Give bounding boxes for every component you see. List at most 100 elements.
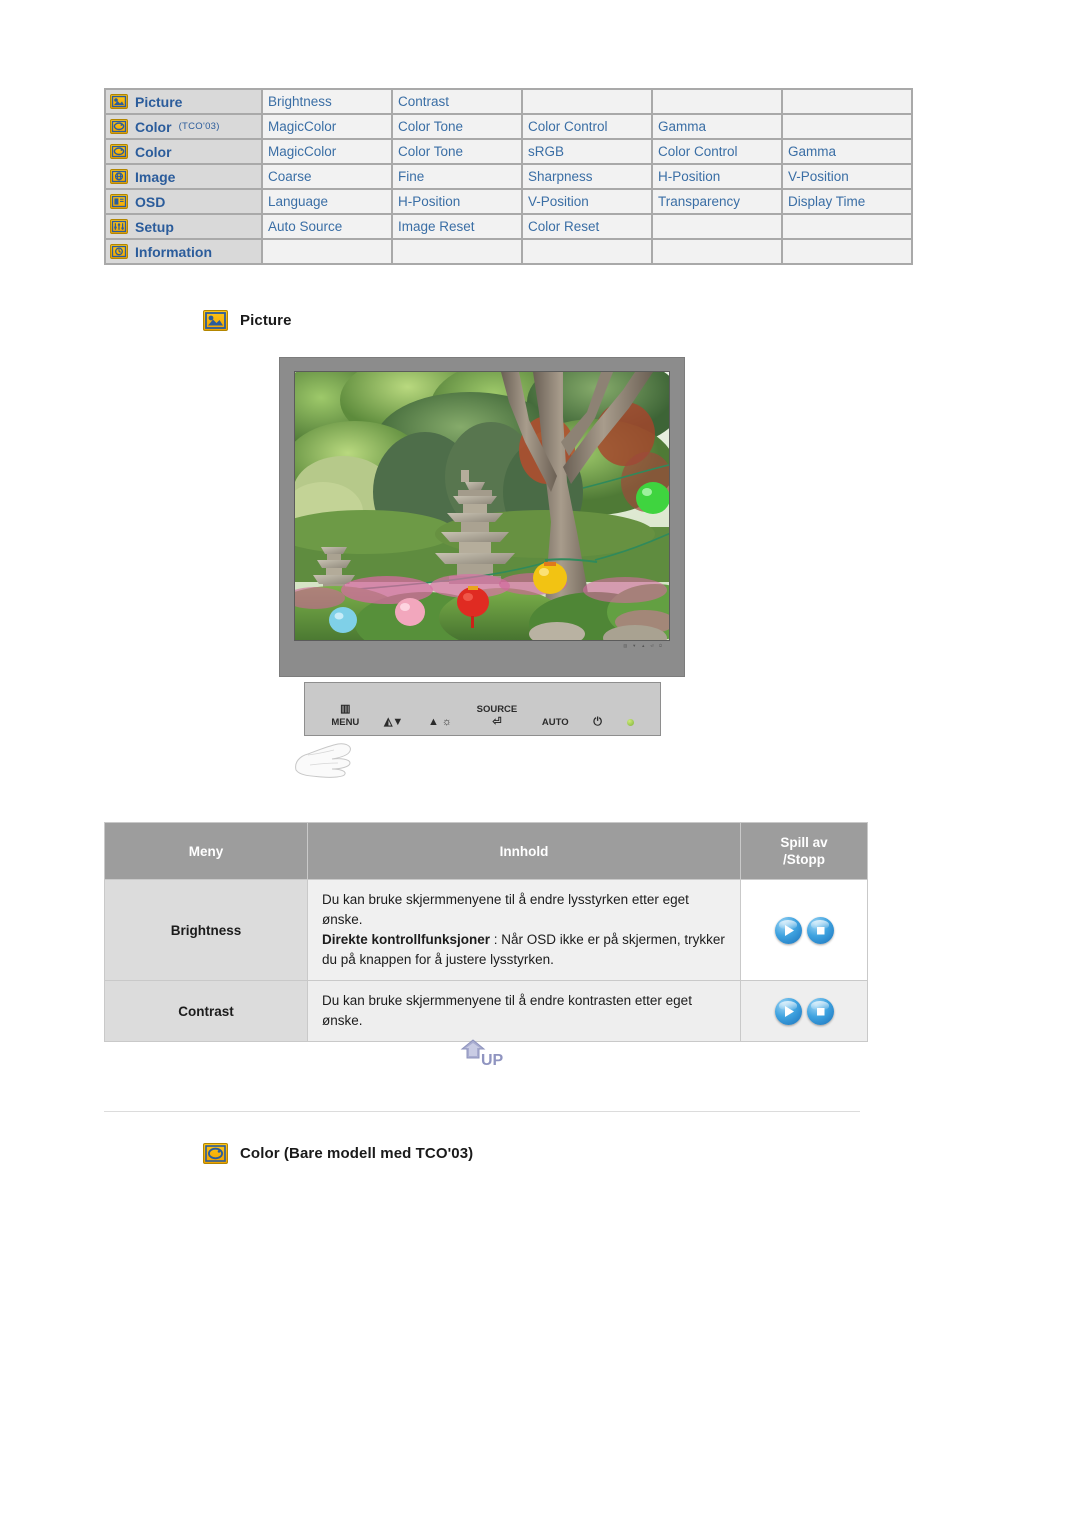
play-icon[interactable] [774,997,802,1025]
nav-item[interactable]: Transparency [653,190,781,213]
nav-item[interactable]: Color Tone [393,140,521,163]
table-row: OSD Language H-Position V-Position Trans… [106,190,911,213]
nav-category-osd[interactable]: OSD [106,190,261,213]
power-led-indicator [626,719,634,728]
nav-item[interactable]: Auto Source [263,215,391,238]
power-button[interactable]: ⏻ [593,717,602,728]
palette-icon [110,144,128,159]
bezel-control-marks: ▥ ▼ ▲ ⏎ ⏻ [623,643,664,648]
nav-item[interactable]: Sharpness [523,165,651,188]
play-icon[interactable] [774,916,802,944]
nav-category-suffix: (TCO'03) [178,121,220,132]
nav-item[interactable]: Language [263,190,391,213]
monitor-control-panel: ▥ MENU ◭▼ ▲ ☼ SOURCE ⏎ AUTO ⏻ [304,682,661,736]
play-stop-header-line2: /Stopp [783,852,825,867]
nav-item[interactable]: Color Tone [393,115,521,138]
down-button[interactable]: ◭▼ [384,717,403,728]
enter-icon: ⏎ [492,716,502,728]
play-stop-header-line1: Spill av [780,835,828,850]
nav-category-label: Picture [135,93,183,110]
nav-category-setup[interactable]: Setup [106,215,261,238]
nav-category-label: OSD [135,193,166,210]
nav-item [783,240,911,263]
nav-item[interactable]: H-Position [393,190,521,213]
down-arrow-icon: ◭▼ [383,716,404,728]
section-divider [104,1111,860,1112]
nav-category-label: Information [135,243,212,260]
nav-item[interactable]: H-Position [653,165,781,188]
nav-item[interactable]: Fine [393,165,521,188]
picture-section-heading: Picture [203,310,292,331]
nav-item[interactable]: Color Reset [523,215,651,238]
lantern-blue [329,607,357,633]
up-button[interactable]: UP [459,1038,519,1072]
nav-item[interactable]: Display Time [783,190,911,213]
nav-item[interactable]: Contrast [393,90,521,113]
table-row: Setup Auto Source Image Reset Color Rese… [106,215,911,238]
nav-item [263,240,391,263]
content-table-head: Meny Innhold Spill av /Stopp [104,822,868,880]
monitor-screen [294,371,670,641]
monitor-bezel-strip: ▥ ▼ ▲ ⏎ ⏻ [294,641,670,675]
column-header-play-stop: Spill av /Stopp [740,822,868,880]
picture-icon [110,94,128,109]
nav-item [653,90,781,113]
table-row: Picture Brightness Contrast [106,90,911,113]
menu-icon: ▥ [340,703,351,715]
nav-category-label: Color [135,118,172,135]
play-stop-contrast [740,980,868,1042]
menu-button[interactable]: ▥ MENU [331,703,360,729]
nav-item [653,240,781,263]
power-led-icon [626,719,634,726]
nav-item [653,215,781,238]
page-title: Picture [240,312,292,329]
nav-category-color-tco[interactable]: Color (TCO'03) [106,115,261,138]
nav-category-label: Setup [135,218,174,235]
nav-item[interactable]: MagicColor [263,140,391,163]
nav-category-image[interactable]: Image [106,165,261,188]
nav-item[interactable]: Image Reset [393,215,521,238]
nav-item[interactable]: Coarse [263,165,391,188]
nav-item[interactable]: Color Control [523,115,651,138]
table-header-row: Meny Innhold Spill av /Stopp [104,822,868,880]
palette-icon [110,119,128,134]
nav-category-picture[interactable]: Picture [106,90,261,113]
source-enter-button[interactable]: SOURCE ⏎ [477,704,518,728]
up-arrow-brightness-icon: ▲ ☼ [427,716,452,728]
nav-item[interactable]: Color Control [653,140,781,163]
table-row: Brightness Du kan bruke skjermmenyene ti… [104,879,868,981]
play-stop-brightness [740,879,868,981]
nav-category-color[interactable]: Color [106,140,261,163]
nav-table-body: Picture Brightness Contrast Color (TCO'0… [106,90,911,263]
monitor-illustration: ▥ ▼ ▲ ⏎ ⏻ [279,357,685,677]
stop-icon[interactable] [806,997,834,1025]
garden-photo [295,372,669,640]
stop-icon[interactable] [806,916,834,944]
picture-icon [203,310,228,331]
nav-item[interactable]: Gamma [783,140,911,163]
innhold-brightness: Du kan bruke skjermmenyene til å endre l… [307,879,741,981]
table-row: Information [106,240,911,263]
nav-item [393,240,521,263]
auto-button-label: AUTO [541,717,569,728]
sliders-icon [110,219,128,234]
auto-button[interactable]: AUTO [542,717,569,728]
menu-button-label: MENU [331,717,360,728]
nav-category-label: Image [135,168,176,185]
nav-item [523,240,651,263]
up-brightness-button[interactable]: ▲ ☼ [428,717,452,728]
nav-item[interactable]: sRGB [523,140,651,163]
nav-item [523,90,651,113]
settings-description-table: Meny Innhold Spill av /Stopp Brightness … [104,822,868,1042]
osd-menu-map-table: Picture Brightness Contrast Color (TCO'0… [104,88,913,265]
nav-item[interactable]: V-Position [523,190,651,213]
table-row: Color (TCO'03) MagicColor Color Tone Col… [106,115,911,138]
nav-item[interactable]: Gamma [653,115,781,138]
nav-item[interactable]: V-Position [783,165,911,188]
nav-item[interactable]: MagicColor [263,115,391,138]
content-table-body: Brightness Du kan bruke skjermmenyene ti… [104,879,868,1042]
palette-icon [203,1143,228,1164]
brightness-description-line1: Du kan bruke skjermmenyene til å endre l… [322,892,689,927]
nav-category-information[interactable]: Information [106,240,261,263]
nav-item[interactable]: Brightness [263,90,391,113]
